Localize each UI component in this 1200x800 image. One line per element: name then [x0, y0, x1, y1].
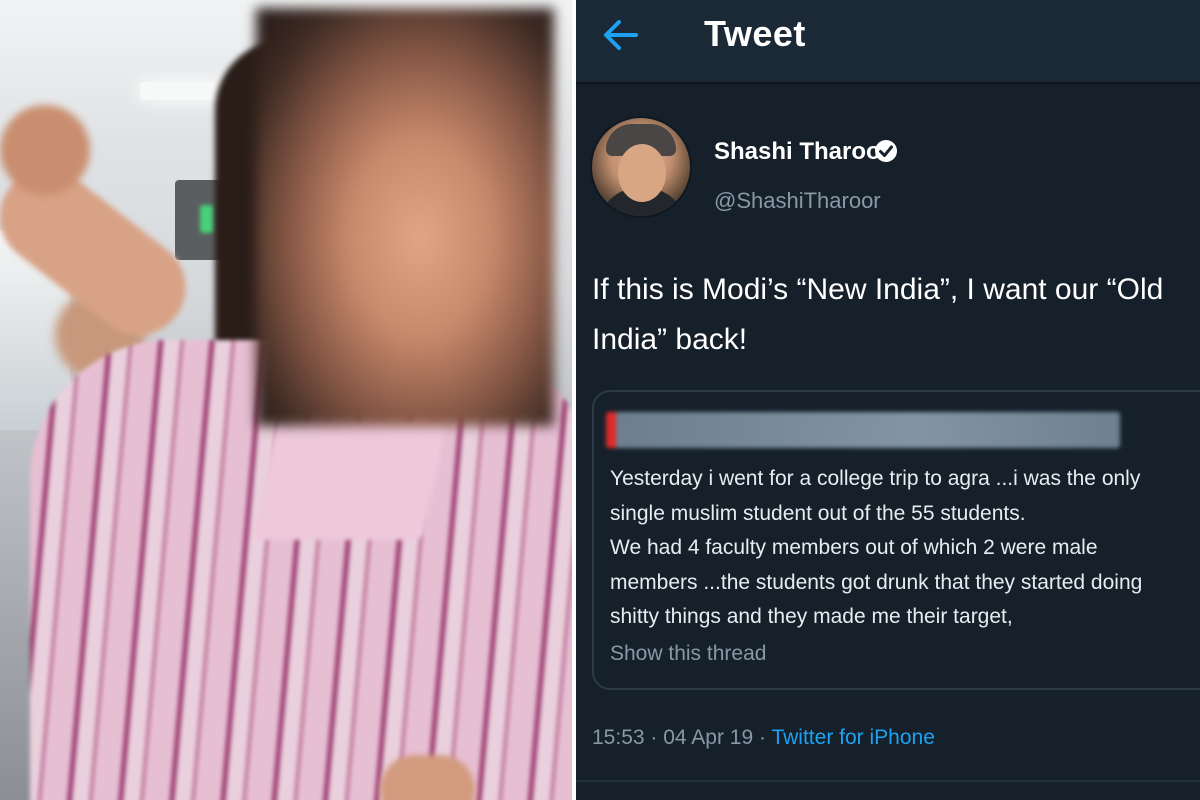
tweet-text-line: India” back!	[592, 323, 748, 356]
tweet-header: Tweet	[576, 0, 1200, 84]
quoted-line: single muslim student out of the 55 stud…	[610, 501, 1026, 525]
bottom-hand	[380, 755, 475, 800]
show-thread-link[interactable]: Show this thread	[610, 642, 766, 666]
quoted-tweet-text: Yesterday i went for a college trip to a…	[610, 462, 1200, 635]
avatar[interactable]	[592, 118, 690, 216]
green-indicator	[200, 205, 214, 233]
blurred-photo	[0, 0, 572, 800]
divider-line	[576, 780, 1200, 782]
user-handle[interactable]: @ShashiTharoor	[714, 188, 881, 214]
raised-hand	[0, 105, 90, 195]
back-arrow-icon[interactable]	[598, 12, 644, 58]
quoted-line: Yesterday i went for a college trip to a…	[610, 467, 1141, 490]
header-title: Tweet	[704, 13, 806, 54]
tweet-panel: Tweet Shashi Tharoor @ShashiTharoor If t…	[576, 0, 1200, 800]
tweet-text-line: If this is Modi’s “New India”, I want ou…	[592, 273, 1164, 306]
quoted-line: shitty things and they made me their tar…	[610, 605, 1013, 628]
tweet-meta: 15:53 · 04 Apr 19 · Twitter for iPhone	[592, 726, 935, 750]
display-name[interactable]: Shashi Tharoor	[714, 138, 890, 166]
tweet-text: If this is Modi’s “New India”, I want ou…	[592, 265, 1200, 365]
verified-badge-icon	[874, 139, 898, 163]
tweet-source-link[interactable]: Twitter for iPhone	[771, 726, 934, 749]
face-blur	[256, 8, 554, 426]
quoted-line: We had 4 faculty members out of which 2 …	[610, 536, 1098, 559]
meta-separator: ·	[650, 726, 658, 749]
tweet-date: 04 Apr 19	[663, 726, 754, 749]
quoted-line: members ...the students got drunk that t…	[610, 570, 1143, 594]
shirt-collar	[252, 420, 448, 540]
tweet-time: 15:53	[592, 726, 645, 749]
avatar-face	[618, 144, 666, 202]
meta-separator: ·	[759, 726, 766, 749]
redacted-author	[606, 412, 1120, 448]
